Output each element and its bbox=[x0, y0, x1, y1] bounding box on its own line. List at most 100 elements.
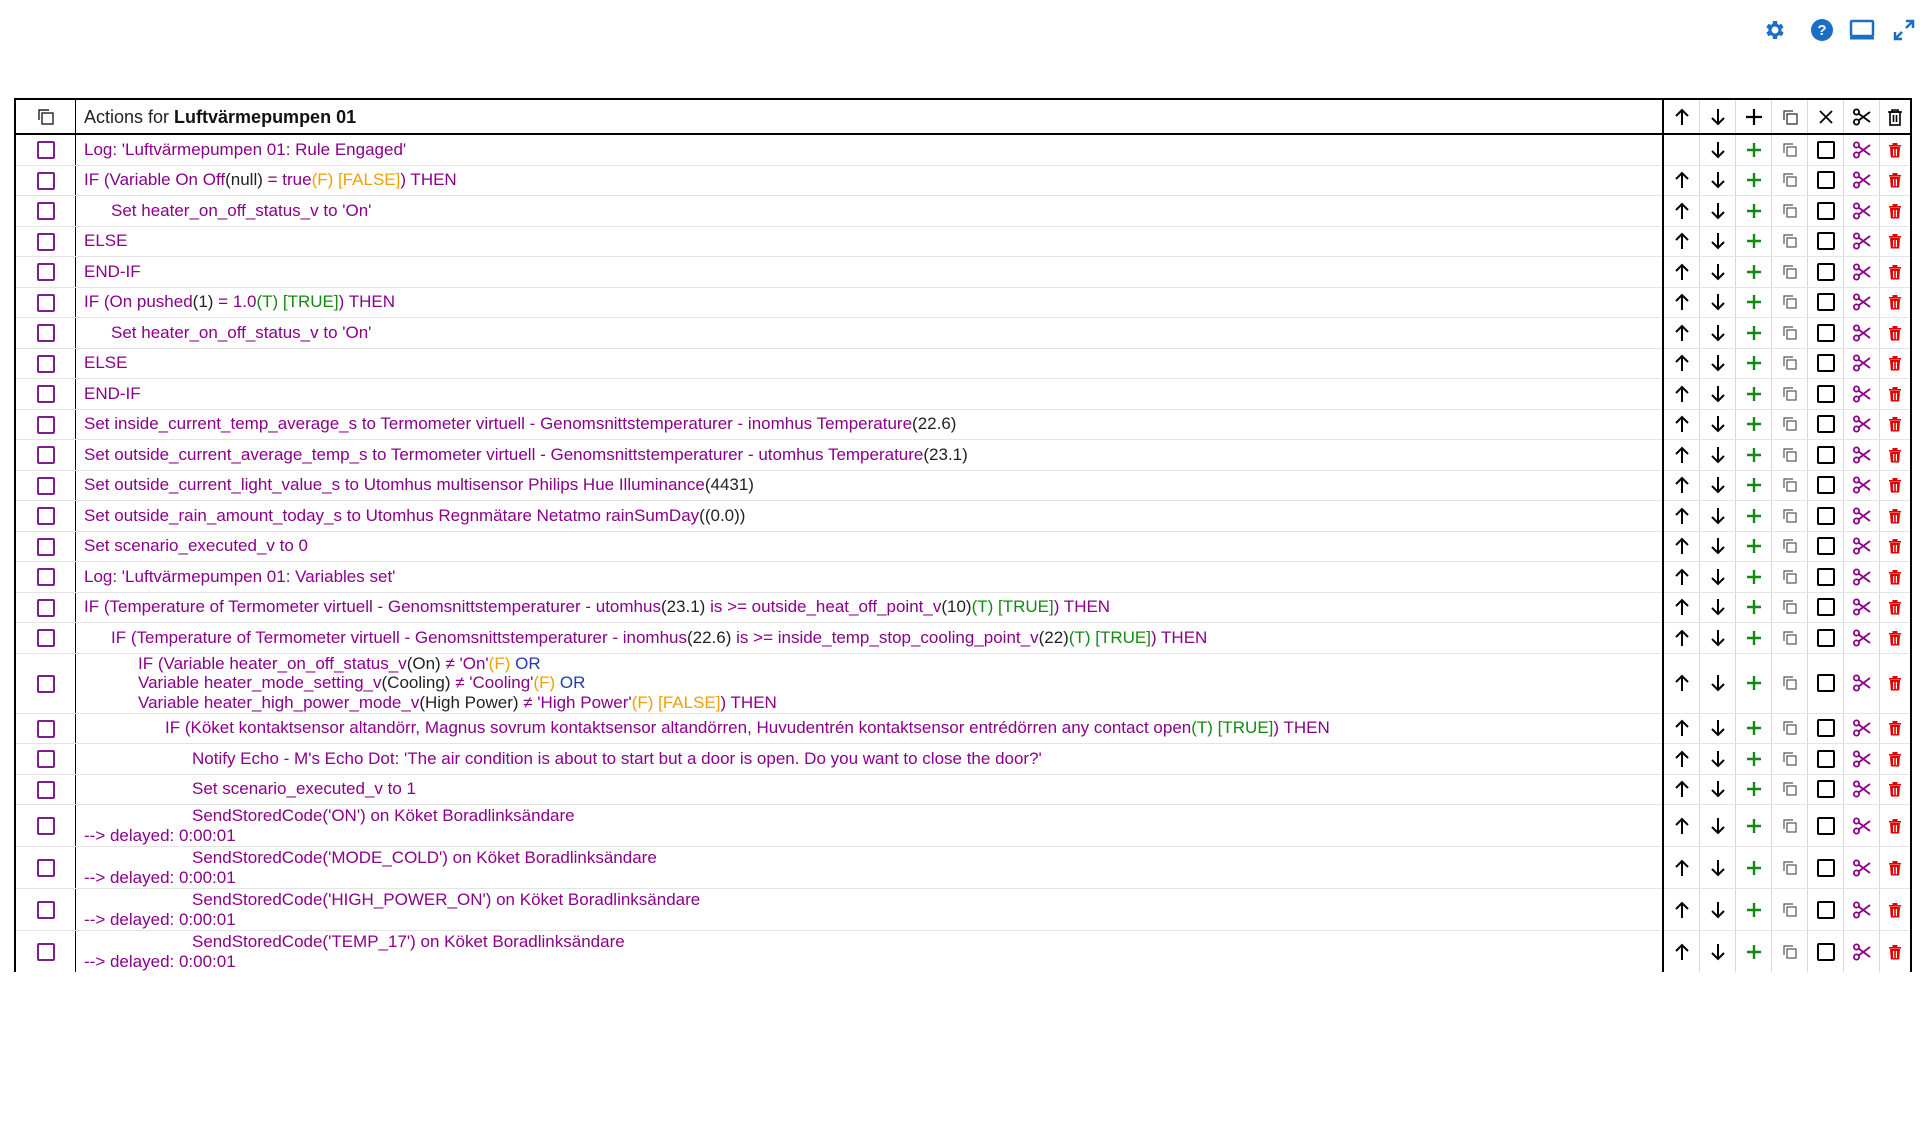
move-down-icon[interactable] bbox=[1707, 383, 1729, 405]
scissors-icon[interactable] bbox=[1851, 857, 1873, 879]
scissors-icon[interactable] bbox=[1851, 352, 1873, 374]
move-up-icon[interactable] bbox=[1671, 383, 1693, 405]
move-up-cell[interactable] bbox=[1663, 561, 1700, 593]
paste-icon[interactable] bbox=[1779, 413, 1801, 435]
scissors-icon[interactable] bbox=[1851, 748, 1873, 770]
add-cell[interactable] bbox=[1735, 531, 1772, 562]
header-up[interactable] bbox=[1663, 98, 1700, 135]
add-icon[interactable] bbox=[1743, 291, 1765, 313]
scissors-cell[interactable] bbox=[1843, 439, 1880, 471]
add-cell[interactable] bbox=[1735, 409, 1772, 440]
trash-cell[interactable] bbox=[1879, 470, 1912, 501]
move-down-cell[interactable] bbox=[1699, 134, 1736, 166]
select-checkbox-icon[interactable] bbox=[1815, 857, 1837, 879]
paste-icon[interactable] bbox=[1779, 778, 1801, 800]
trash-icon[interactable] bbox=[1884, 566, 1906, 588]
select-checkbox-icon[interactable] bbox=[1815, 139, 1837, 161]
move-down-cell[interactable] bbox=[1699, 317, 1736, 349]
add-icon[interactable] bbox=[1743, 200, 1765, 222]
add-cell[interactable] bbox=[1735, 846, 1772, 889]
trash-cell[interactable] bbox=[1879, 592, 1912, 623]
trash-cell[interactable] bbox=[1879, 195, 1912, 227]
scissors-icon[interactable] bbox=[1851, 169, 1873, 191]
move-up-icon[interactable] bbox=[1671, 596, 1693, 618]
paste-cell[interactable] bbox=[1771, 622, 1808, 654]
trash-icon[interactable] bbox=[1884, 899, 1906, 921]
trash-cell[interactable] bbox=[1879, 348, 1912, 379]
move-down-icon[interactable] bbox=[1707, 899, 1729, 921]
move-up-icon[interactable] bbox=[1671, 748, 1693, 770]
scissors-cell[interactable] bbox=[1843, 561, 1880, 593]
move-up-cell[interactable] bbox=[1663, 930, 1700, 972]
move-up-cell[interactable] bbox=[1663, 409, 1700, 440]
move-down-cell[interactable] bbox=[1699, 653, 1736, 714]
paste-cell[interactable] bbox=[1771, 713, 1808, 744]
scissors-cell[interactable] bbox=[1843, 713, 1880, 744]
paste-cell[interactable] bbox=[1771, 256, 1808, 288]
trash-icon[interactable] bbox=[1884, 474, 1906, 496]
scissors-icon[interactable] bbox=[1851, 200, 1873, 222]
move-up-cell[interactable] bbox=[1663, 713, 1700, 744]
trash-cell[interactable] bbox=[1879, 713, 1912, 744]
paste-icon[interactable] bbox=[1779, 717, 1801, 739]
move-down-icon[interactable] bbox=[1707, 815, 1729, 837]
trash-icon[interactable] bbox=[1884, 322, 1906, 344]
move-down-cell[interactable] bbox=[1699, 226, 1736, 257]
add-icon[interactable] bbox=[1743, 139, 1765, 161]
trash-icon[interactable] bbox=[1884, 672, 1906, 694]
move-up-icon[interactable] bbox=[1671, 941, 1693, 963]
action-text[interactable]: Notify Echo - M's Echo Dot: 'The air con… bbox=[75, 743, 1664, 775]
trash-icon[interactable] bbox=[1884, 857, 1906, 879]
scissors-cell[interactable] bbox=[1843, 500, 1880, 532]
row-checkbox[interactable] bbox=[36, 859, 55, 878]
paste-cell[interactable] bbox=[1771, 378, 1808, 410]
select-checkbox-icon[interactable] bbox=[1815, 627, 1837, 649]
row-checkbox[interactable] bbox=[36, 476, 55, 495]
settings-gear-icon[interactable] bbox=[1756, 12, 1792, 48]
move-down-icon[interactable] bbox=[1707, 941, 1729, 963]
move-up-icon[interactable] bbox=[1671, 627, 1693, 649]
select-checkbox-icon[interactable] bbox=[1815, 566, 1837, 588]
move-down-cell[interactable] bbox=[1699, 256, 1736, 288]
add-cell[interactable] bbox=[1735, 287, 1772, 318]
move-up-cell[interactable] bbox=[1663, 500, 1700, 532]
move-down-icon[interactable] bbox=[1707, 596, 1729, 618]
move-down-icon[interactable] bbox=[1707, 291, 1729, 313]
move-up-icon[interactable] bbox=[1671, 566, 1693, 588]
add-cell[interactable] bbox=[1735, 256, 1772, 288]
select-checkbox-cell[interactable] bbox=[1807, 846, 1844, 889]
trash-icon[interactable] bbox=[1884, 169, 1906, 191]
move-up-icon[interactable] bbox=[1671, 815, 1693, 837]
row-checkbox[interactable] bbox=[36, 232, 55, 251]
paste-cell[interactable] bbox=[1771, 653, 1808, 714]
select-checkbox-icon[interactable] bbox=[1815, 383, 1837, 405]
select-checkbox-cell[interactable] bbox=[1807, 713, 1844, 744]
row-checkbox[interactable] bbox=[36, 750, 55, 769]
select-checkbox-cell[interactable] bbox=[1807, 165, 1844, 196]
trash-icon[interactable] bbox=[1884, 352, 1906, 374]
move-up-cell[interactable] bbox=[1663, 165, 1700, 196]
move-up-icon[interactable] bbox=[1671, 200, 1693, 222]
paste-icon[interactable] bbox=[1779, 627, 1801, 649]
trash-cell[interactable] bbox=[1879, 287, 1912, 318]
add-icon[interactable] bbox=[1743, 627, 1765, 649]
trash-icon[interactable] bbox=[1884, 200, 1906, 222]
add-cell[interactable] bbox=[1735, 378, 1772, 410]
select-checkbox-icon[interactable] bbox=[1815, 474, 1837, 496]
move-down-cell[interactable] bbox=[1699, 165, 1736, 196]
scissors-cell[interactable] bbox=[1843, 256, 1880, 288]
action-text[interactable]: IF (Variable heater_on_off_status_v(On) … bbox=[75, 653, 1664, 714]
action-text[interactable]: Set outside_current_average_temp_s to Te… bbox=[75, 439, 1664, 471]
row-checkbox[interactable] bbox=[36, 202, 55, 221]
select-checkbox-cell[interactable] bbox=[1807, 226, 1844, 257]
trash-icon[interactable] bbox=[1884, 815, 1906, 837]
select-checkbox-icon[interactable] bbox=[1815, 778, 1837, 800]
paste-icon[interactable] bbox=[1779, 505, 1801, 527]
move-up-cell[interactable] bbox=[1663, 439, 1700, 471]
add-cell[interactable] bbox=[1735, 804, 1772, 847]
scissors-icon[interactable] bbox=[1851, 383, 1873, 405]
scissors-cell[interactable] bbox=[1843, 531, 1880, 562]
action-text[interactable]: Set heater_on_off_status_v to 'On' bbox=[75, 195, 1664, 227]
move-up-icon[interactable] bbox=[1671, 899, 1693, 921]
add-cell[interactable] bbox=[1735, 930, 1772, 972]
